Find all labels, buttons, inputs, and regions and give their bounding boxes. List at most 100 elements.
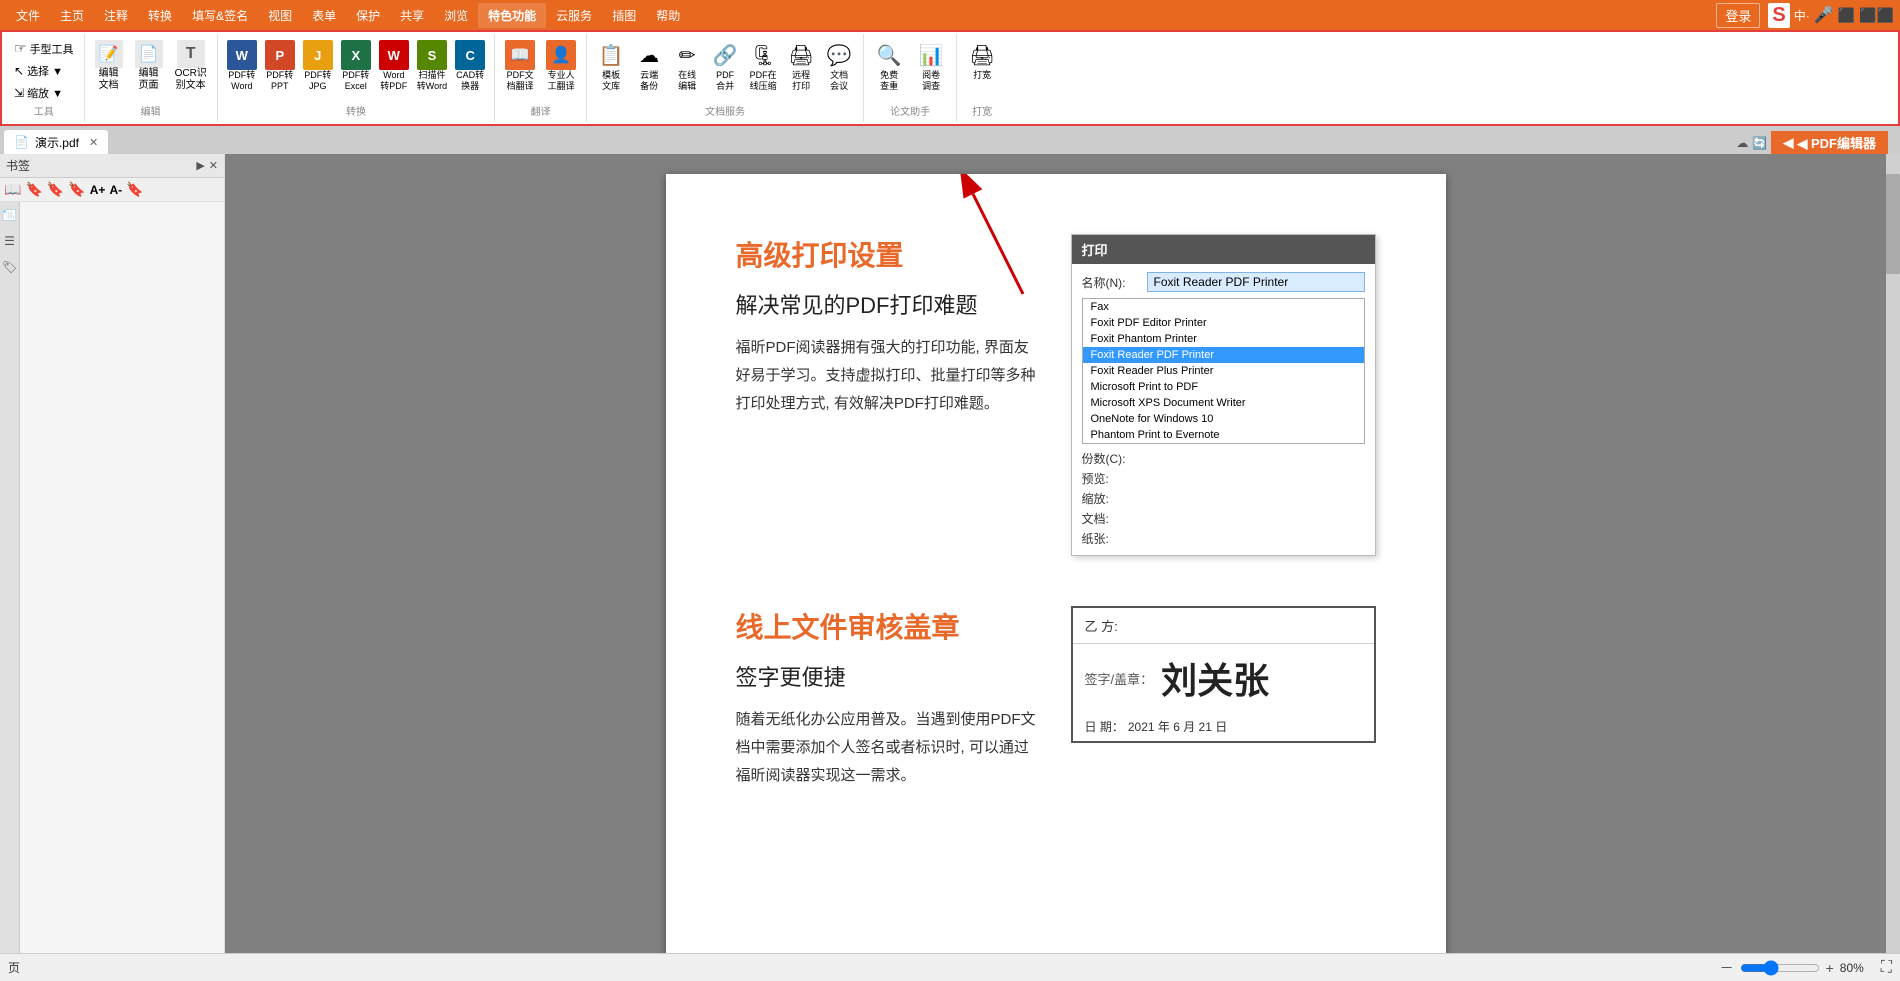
print-wide-btn[interactable]: 🖨 打宽 (963, 38, 1001, 83)
sig-date-value: 2021 年 6 月 21 日 (1128, 718, 1227, 735)
fullscreen-btn[interactable]: ⛶ (1881, 959, 1892, 977)
pdf-translate-btn[interactable]: 📖 PDF文档翻译 (501, 38, 539, 94)
bookmark-btn1[interactable]: 🔖 (25, 181, 42, 198)
menu-plugin[interactable]: 插图 (602, 3, 646, 28)
printer-item-phantom-evernote[interactable]: Phantom Print to Evernote (1083, 427, 1364, 443)
printer-item-foxit-plus[interactable]: Foxit Reader Plus Printer (1083, 363, 1364, 379)
grid-icon[interactable]: ⬛⬛ (1859, 7, 1894, 24)
bottom-page-info: 页 (8, 959, 20, 976)
sidebar-icon-1[interactable]: 📄 (2, 208, 16, 223)
pdf-merge-btn[interactable]: 🔗 PDF合并 (707, 38, 743, 94)
cloud-backup-btn[interactable]: ☁ 云端备份 (631, 38, 667, 94)
sidebar-icon-3[interactable]: 🏷 (2, 260, 17, 274)
pdf-to-word-btn[interactable]: W PDF转Word (224, 38, 260, 94)
sohu-text: 中· (1794, 7, 1810, 24)
zoom-icon: ⇲ (14, 86, 24, 100)
sidebar-icon-2[interactable]: ☰ (4, 234, 15, 248)
print-dialog-body: 名称(N): Foxit Reader PDF Printer Fax Foxi… (1072, 264, 1375, 555)
bookmark-btn4[interactable]: 🔖 (126, 181, 143, 198)
section2-text: 线上文件审核盖章 签字更便捷 随着无纸化办公应用普及。当遇到使用PDF文档中需要… (736, 606, 1041, 789)
menu-cloud[interactable]: 云服务 (546, 3, 602, 28)
bookmark-btn2[interactable]: 🔖 (47, 181, 64, 198)
menu-convert[interactable]: 转换 (138, 3, 182, 28)
zoom-slider[interactable] (1740, 960, 1820, 976)
pdf-to-ppt-btn[interactable]: P PDF转PPT (262, 38, 298, 94)
sync-icon: 🔄 (1752, 136, 1767, 150)
pdf-editor-label: ◀ PDF编辑器 (1797, 133, 1876, 152)
pdf-editor-panel-btn[interactable]: ◀ ◀ PDF编辑器 (1771, 131, 1888, 154)
sig-party-row: 乙 方: (1073, 608, 1374, 644)
menu-home[interactable]: 主页 (50, 3, 94, 28)
section2-body: 随着无纸化办公应用普及。当遇到使用PDF文档中需要添加个人签名或者标识时, 可以… (736, 706, 1041, 789)
printer-item-onenote[interactable]: OneNote for Windows 10 (1083, 411, 1364, 427)
compress-btn[interactable]: 🗜 PDF在线压缩 (745, 38, 781, 94)
menu-view[interactable]: 视图 (258, 3, 302, 28)
online-edit-btn[interactable]: ✏ 在线编辑 (669, 38, 705, 94)
menu-annotate[interactable]: 注释 (94, 3, 138, 28)
remote-print-btn[interactable]: 🖨 远程打印 (783, 38, 819, 94)
print-icon: 🖨 (786, 40, 816, 70)
font-increase-btn[interactable]: A+ (90, 183, 106, 197)
hand-tool-btn[interactable]: ☞ 手型工具 (10, 38, 78, 59)
edit-page-btn[interactable]: 📄 编辑页面 (131, 38, 167, 94)
pdf-to-excel-btn[interactable]: X PDF转Excel (338, 38, 374, 94)
scrollbar-thumb[interactable] (1886, 174, 1900, 274)
close-tab-btn[interactable]: ✕ (89, 136, 98, 149)
sidebar-expand-btn[interactable]: ▶ (196, 159, 204, 172)
font-decrease-btn[interactable]: A- (109, 183, 122, 197)
printer-item-ms-xps[interactable]: Microsoft XPS Document Writer (1083, 395, 1364, 411)
menu-sign[interactable]: 填写&签名 (182, 3, 258, 28)
print-name-input[interactable]: Foxit Reader PDF Printer (1147, 272, 1365, 292)
vertical-scrollbar[interactable] (1886, 154, 1900, 953)
pdf-to-jpg-btn[interactable]: J PDF转JPG (300, 38, 336, 94)
printer-item-foxit-reader[interactable]: Foxit Reader PDF Printer (1083, 347, 1364, 363)
sig-party-label: 乙 方: (1085, 619, 1118, 634)
survey-btn[interactable]: 📊 阅卷调查 (912, 38, 950, 94)
menu-share[interactable]: 共享 (390, 3, 434, 28)
printer-item-foxit-phantom[interactable]: Foxit Phantom Printer (1083, 331, 1364, 347)
login-button[interactable]: 登录 (1716, 3, 1760, 28)
mic-icon[interactable]: 🎤 (1814, 5, 1834, 25)
sidebar-title: 书签 (6, 157, 30, 174)
file-tab-演示pdf[interactable]: 📄 演示.pdf ✕ (4, 130, 108, 154)
zoom-tool-btn[interactable]: ⇲ 缩放 ▼ (10, 83, 78, 103)
print-preview-label: 预览: (1082, 470, 1147, 487)
zoom-in-btn[interactable]: + (1826, 960, 1834, 976)
menu-help[interactable]: 帮助 (646, 3, 690, 28)
print-doc-row: 文档: (1082, 510, 1365, 527)
menu-protect[interactable]: 保护 (346, 3, 390, 28)
doc-meeting-btn[interactable]: 💬 文档会议 (821, 38, 857, 94)
plagiarism-check-btn[interactable]: 🔍 免费查重 (870, 38, 908, 94)
menu-browse[interactable]: 浏览 (434, 3, 478, 28)
word-to-pdf-btn[interactable]: W Word转PDF (376, 38, 412, 94)
scan-to-word-btn[interactable]: S 扫描件转Word (414, 38, 450, 94)
template-library-btn[interactable]: 📋 模板文库 (593, 38, 629, 94)
human-translate-btn[interactable]: 👤 专业人工翻译 (542, 38, 580, 94)
sidebar-close-btn[interactable]: ✕ (209, 159, 218, 172)
bookmark-add-btn[interactable]: 📖 (4, 181, 21, 198)
menu-file[interactable]: 文件 (6, 3, 50, 28)
printer-item-ms-pdf[interactable]: Microsoft Print to PDF (1083, 379, 1364, 395)
ribbon-toolbar: ☞ 手型工具 ↖ 选择 ▼ ⇲ 缩放 ▼ 工具 📝 编辑文档 📄 编辑页面 (0, 30, 1900, 126)
ocr-btn[interactable]: T OCR识别文本 (171, 38, 211, 94)
tool-group: ☞ 手型工具 ↖ 选择 ▼ ⇲ 缩放 ▼ 工具 (4, 34, 85, 122)
select-icon: ↖ (14, 64, 24, 78)
menu-form[interactable]: 表单 (302, 3, 346, 28)
cad-converter-btn[interactable]: C CAD转换器 (452, 38, 488, 94)
convert-group: W PDF转Word P PDF转PPT J PDF转JPG X PDF转Exc… (218, 34, 495, 122)
bookmark-btn3[interactable]: 🔖 (68, 181, 85, 198)
printer-item-foxit-editor[interactable]: Foxit PDF Editor Printer (1083, 315, 1364, 331)
doc-services-label: 文档服务 (593, 103, 857, 118)
cad-icon: C (455, 40, 485, 70)
edit-doc-btn[interactable]: 📝 编辑文档 (91, 38, 127, 94)
print-paper-label: 纸张: (1082, 530, 1147, 547)
menu-special[interactable]: 特色功能 (478, 3, 546, 28)
screen-icon[interactable]: ⬛ (1838, 7, 1855, 24)
printer-item-fax[interactable]: Fax (1083, 299, 1364, 315)
meeting-icon: 💬 (824, 40, 854, 70)
print-copies-row: 份数(C): (1082, 450, 1365, 467)
pdf-to-word-icon: W (227, 40, 257, 70)
convert-group-label: 转换 (224, 103, 488, 118)
select-tool-btn[interactable]: ↖ 选择 ▼ (10, 61, 78, 81)
print-doc-label: 文档: (1082, 510, 1147, 527)
